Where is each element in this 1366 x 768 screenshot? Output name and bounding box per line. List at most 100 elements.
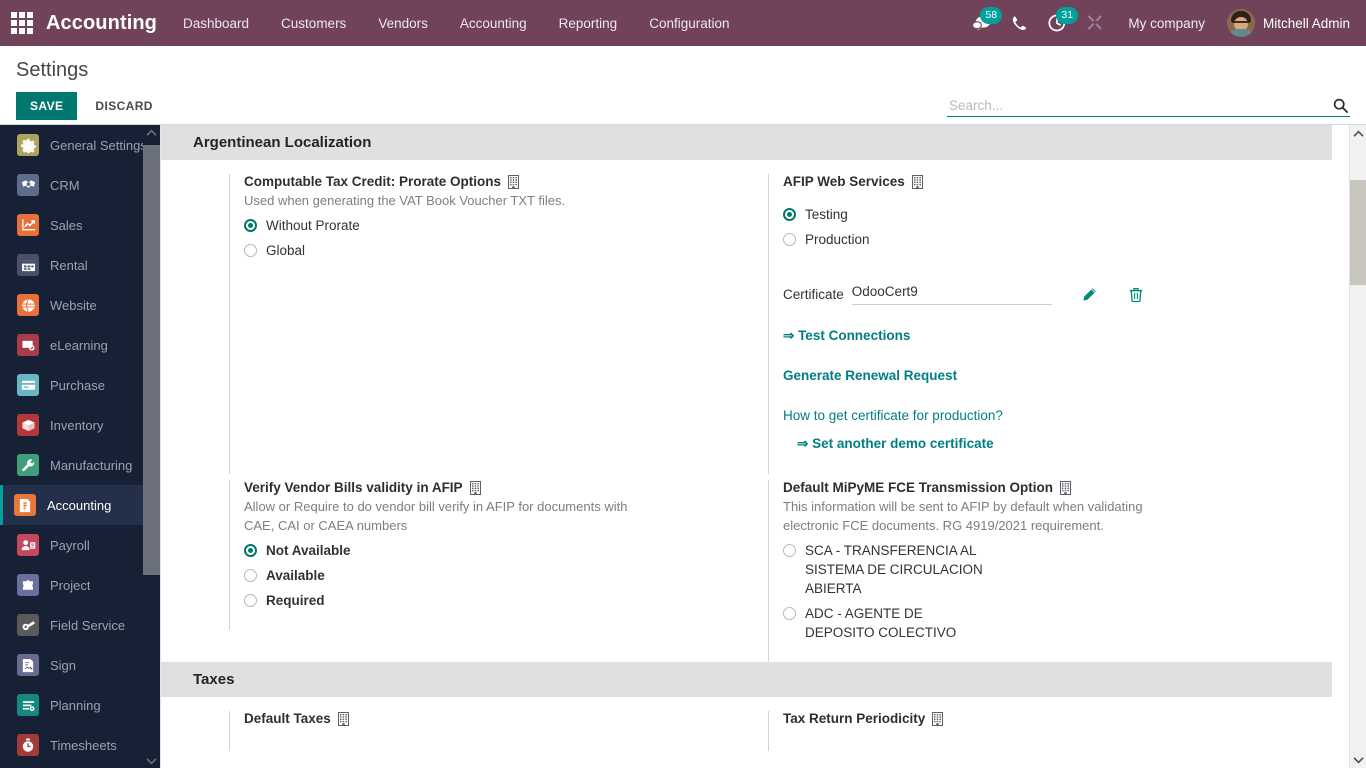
app-body: General Settings CRM Sales Rental Websit…: [0, 125, 1366, 768]
section-title-argentinean: Argentinean Localization: [161, 125, 1332, 160]
calendar-icon: [17, 254, 39, 276]
sidebar-item-manufacturing[interactable]: Manufacturing: [0, 445, 160, 485]
radio-option-sca[interactable]: SCA - TRANSFERENCIA AL SISTEMA DE CIRCUL…: [783, 541, 1333, 598]
test-connections-link[interactable]: ⇒ Test Connections: [783, 328, 910, 343]
setting-title-text: Computable Tax Credit: Prorate Options: [244, 174, 502, 189]
messages-icon[interactable]: 58: [962, 0, 1003, 46]
pencil-icon[interactable]: [1076, 287, 1103, 302]
settings-row-2: Verify Vendor Bills validity in AFIP All…: [161, 474, 1349, 662]
navbar-right-tools: 58 31 My company Mitchell Admin: [962, 0, 1354, 46]
debug-wrench-icon[interactable]: [1076, 0, 1114, 46]
sidebar-item-accounting[interactable]: Accounting: [0, 485, 160, 525]
radio-indicator[interactable]: [244, 569, 257, 582]
company-switcher[interactable]: My company: [1114, 16, 1219, 31]
how-to-get-certificate-link[interactable]: How to get certificate for production?: [783, 408, 1003, 423]
sidebar-item-rental[interactable]: Rental: [0, 245, 160, 285]
sidebar-scroll-track[interactable]: [143, 140, 160, 753]
save-button[interactable]: SAVE: [16, 92, 78, 120]
sidebar-item-label: Field Service: [50, 617, 126, 633]
settings-col-left-2: Verify Vendor Bills validity in AFIP All…: [161, 480, 755, 662]
settings-col-left-taxes: Default Taxes: [161, 711, 755, 751]
content-scroll-track[interactable]: [1349, 142, 1366, 751]
radio-indicator[interactable]: [783, 233, 796, 246]
company-specific-icon: [508, 174, 520, 189]
menu-item-configuration[interactable]: Configuration: [633, 0, 745, 46]
menu-item-dashboard[interactable]: Dashboard: [167, 0, 265, 46]
radio-indicator[interactable]: [783, 544, 796, 557]
sidebar-item-sales[interactable]: Sales: [0, 205, 160, 245]
radio-indicator[interactable]: [244, 544, 257, 557]
setting-title: AFIP Web Services: [783, 174, 1333, 189]
certificate-row: Certificate OdooCert9: [783, 283, 1333, 305]
activities-clock-icon[interactable]: 31: [1038, 0, 1079, 46]
link-set-demo-certificate-row: ⇒ Set another demo certificate: [797, 435, 1333, 453]
radio-indicator[interactable]: [783, 208, 796, 221]
radio-indicator[interactable]: [244, 594, 257, 607]
sidebar-item-elearning[interactable]: eLearning: [0, 325, 160, 365]
search-input[interactable]: [947, 98, 1331, 113]
radio-option-adc[interactable]: ADC - AGENTE DE DEPOSITO COLECTIVO: [783, 604, 1333, 642]
radio-option-testing[interactable]: Testing: [783, 205, 1333, 224]
person-card-icon: [17, 534, 39, 556]
chevron-down-icon[interactable]: [1349, 751, 1366, 768]
sidebar-item-list: General Settings CRM Sales Rental Websit…: [0, 125, 160, 765]
menu-item-accounting[interactable]: Accounting: [444, 0, 543, 46]
avatar: [1226, 9, 1255, 37]
discard-button[interactable]: DISCARD: [81, 92, 166, 120]
radio-option-available[interactable]: Available: [244, 566, 739, 585]
radio-label: Without Prorate: [266, 218, 360, 233]
radio-indicator[interactable]: [783, 607, 796, 620]
user-menu[interactable]: Mitchell Admin: [1219, 9, 1354, 37]
apps-grid-icon[interactable]: [10, 11, 34, 35]
content-scroll-thumb[interactable]: [1349, 180, 1366, 285]
sidebar-item-label: Payroll: [50, 537, 90, 553]
section-title-taxes: Taxes: [161, 662, 1332, 697]
content-scrollbar[interactable]: [1349, 125, 1366, 768]
sidebar-item-payroll[interactable]: Payroll: [0, 525, 160, 565]
sidebar-item-website[interactable]: Website: [0, 285, 160, 325]
user-name-label: Mitchell Admin: [1262, 15, 1350, 31]
sidebar-item-label: Inventory: [50, 417, 104, 433]
sidebar-item-crm[interactable]: CRM: [0, 165, 160, 205]
sidebar-scroll-thumb[interactable]: [143, 145, 160, 575]
radio-option-not-available[interactable]: Not Available: [244, 541, 739, 560]
menu-item-reporting[interactable]: Reporting: [543, 0, 634, 46]
sidebar-item-general-settings[interactable]: General Settings: [0, 125, 160, 165]
control-panel: Settings SAVE DISCARD: [0, 46, 1366, 125]
menu-item-vendors[interactable]: Vendors: [362, 0, 444, 46]
settings-scroll-area: Argentinean Localization Computable Tax …: [161, 125, 1349, 768]
chevron-up-icon[interactable]: [143, 125, 160, 140]
chevron-up-icon[interactable]: [1349, 125, 1366, 142]
search-icon[interactable]: [1331, 98, 1350, 113]
radio-option-without-prorate[interactable]: Without Prorate: [244, 216, 739, 235]
sidebar-item-inventory[interactable]: Inventory: [0, 405, 160, 445]
radio-label: ADC - AGENTE DE DEPOSITO COLECTIVO: [805, 606, 957, 640]
sidebar-item-project[interactable]: Project: [0, 565, 160, 605]
setting-help-text: Allow or Require to do vendor bill verif…: [244, 499, 628, 533]
box-icon: [17, 414, 39, 436]
chevron-down-icon[interactable]: [143, 753, 160, 768]
phone-icon[interactable]: [1001, 0, 1038, 46]
set-another-demo-certificate-link[interactable]: ⇒ Set another demo certificate: [797, 436, 994, 451]
radio-option-production[interactable]: Production: [783, 230, 1333, 249]
sidebar-item-sign[interactable]: Sign: [0, 645, 160, 685]
radio-indicator[interactable]: [244, 219, 257, 232]
trash-icon[interactable]: [1123, 287, 1149, 302]
radio-option-global[interactable]: Global: [244, 241, 739, 260]
sidebar-item-label: Project: [50, 577, 91, 593]
sidebar-scrollbar[interactable]: [143, 125, 160, 768]
generate-renewal-request-link[interactable]: Generate Renewal Request: [783, 368, 957, 383]
activities-count-badge: 31: [1056, 7, 1079, 24]
company-specific-icon: [1060, 480, 1072, 495]
radio-indicator[interactable]: [244, 244, 257, 257]
sidebar-item-planning[interactable]: Planning: [0, 685, 160, 725]
settings-col-right-1: AFIP Web Services Testing Production Cer…: [755, 174, 1349, 474]
certificate-value-field[interactable]: OdooCert9: [851, 283, 1052, 305]
radio-option-required[interactable]: Required: [244, 591, 739, 610]
app-brand-title[interactable]: Accounting: [42, 12, 167, 35]
certificate-value: OdooCert9: [851, 284, 918, 299]
menu-item-customers[interactable]: Customers: [265, 0, 362, 46]
sidebar-item-purchase[interactable]: Purchase: [0, 365, 160, 405]
sidebar-item-field-service[interactable]: Field Service: [0, 605, 160, 645]
sidebar-item-timesheets[interactable]: Timesheets: [0, 725, 160, 765]
